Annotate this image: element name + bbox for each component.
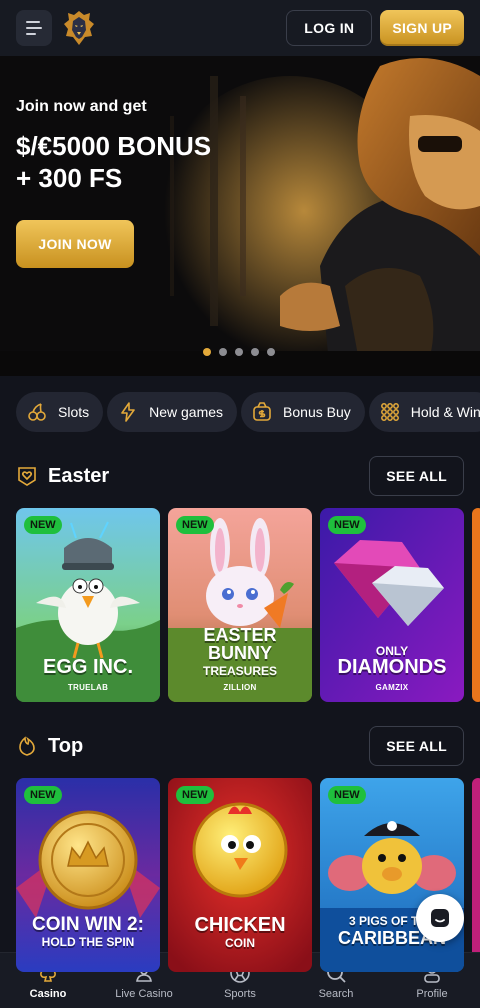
carousel-dot-5[interactable] <box>267 348 275 356</box>
see-all-button[interactable]: SEE ALL <box>369 456 464 496</box>
new-badge: NEW <box>328 516 366 534</box>
game-card-partial[interactable] <box>472 508 480 702</box>
hero-text-block: Join now and get $/€5000 BONUS + 300 FS <box>16 98 211 194</box>
see-all-button[interactable]: SEE ALL <box>369 726 464 766</box>
game-card-chicken-coin[interactable]: NEW CHICKEN COIN <box>168 778 312 972</box>
new-badge: NEW <box>328 786 366 804</box>
new-badge: NEW <box>24 516 62 534</box>
game-card-egg-inc[interactable]: NEW EGG INC. TRUELAB <box>16 508 160 702</box>
game-card-easter-bunny[interactable]: NEW EASTER BUNNY TREASURES ZILLION <box>168 508 312 702</box>
nav-label: Search <box>318 988 354 1000</box>
chip-slots[interactable]: Slots <box>16 392 104 432</box>
cherries-icon <box>26 401 48 423</box>
game-title-line2: HOLD THE SPIN <box>41 935 135 949</box>
hero-title: $/€5000 BONUS + 300 FS <box>16 130 211 194</box>
carousel-dot-4[interactable] <box>251 348 259 356</box>
casino-home-page: LOG IN SIGN UP Join now and get $/€5000 … <box>0 0 480 1008</box>
carousel-dot-1[interactable] <box>203 348 211 356</box>
join-now-button[interactable]: JOIN NOW <box>16 220 134 268</box>
game-title-line3: TREASURES <box>202 664 277 678</box>
heart-badge-icon <box>18 467 36 486</box>
hero-banner[interactable]: Join now and get $/€5000 BONUS + 300 FS … <box>0 56 480 376</box>
game-card-only-diamonds[interactable]: NEW ONLY DIAMONDS GAMZIX <box>320 508 464 702</box>
game-title-line2: COIN <box>225 936 255 950</box>
hero-title-line2: + 300 FS <box>16 163 123 193</box>
hamburger-menu-icon[interactable] <box>16 10 52 46</box>
game-provider: GAMZIX <box>375 683 409 692</box>
chip-hold-and-win[interactable]: Hold & Win <box>368 392 480 432</box>
flame-icon <box>19 736 35 756</box>
game-title-line1: COIN WIN 2: <box>32 914 144 935</box>
game-card-3-pigs-caribbean[interactable]: NEW 3 PIGS OF THE CARIBBEAN <box>320 778 464 972</box>
chat-support-button[interactable] <box>416 894 464 942</box>
game-title-line2: BUNNY <box>207 643 272 663</box>
chip-label: New games <box>149 404 224 420</box>
carousel-dot-2[interactable] <box>219 348 227 356</box>
top-games-row: NEW COIN WIN 2: HOLD THE SPIN NEW CHICKE… <box>16 778 480 972</box>
top-header: LOG IN SIGN UP <box>0 0 480 56</box>
nav-label: Casino <box>29 988 67 1000</box>
chip-label: Slots <box>58 404 90 420</box>
game-card-coin-win-2[interactable]: NEW COIN WIN 2: HOLD THE SPIN <box>16 778 160 972</box>
lion-logo-icon[interactable] <box>62 9 96 47</box>
chip-label: Bonus Buy <box>283 404 351 420</box>
carousel-dot-3[interactable] <box>235 348 243 356</box>
section-title: Easter <box>48 464 110 487</box>
new-badge: NEW <box>176 516 214 534</box>
hero-title-line1: $/€5000 BONUS <box>16 131 212 161</box>
easter-games-row: NEW EGG INC. TRUELAB NEW EASTER BUNNY TR… <box>16 508 480 702</box>
chip-new-games[interactable]: New games <box>107 392 238 432</box>
nav-label: Profile <box>416 988 448 1000</box>
grid-dots-icon <box>379 401 401 423</box>
new-badge: NEW <box>24 786 62 804</box>
game-title-line1: CHICKEN <box>194 914 286 936</box>
money-bag-icon <box>251 401 273 423</box>
lightning-icon <box>117 401 139 423</box>
chip-label: Hold & Win <box>410 404 480 420</box>
carousel-dots <box>203 348 275 356</box>
chat-icon <box>431 909 449 927</box>
section-title: Top <box>48 734 84 757</box>
hero-subtitle: Join now and get <box>16 98 147 115</box>
game-provider: ZILLION <box>223 683 257 692</box>
game-title-line1: EASTER <box>203 625 277 645</box>
nav-label: Live Casino <box>115 988 173 1000</box>
chip-bonus-buy[interactable]: Bonus Buy <box>241 392 365 432</box>
game-title: EGG INC. <box>42 656 133 678</box>
category-chips: Slots New games Bonus Buy Hold & Win <box>16 392 480 432</box>
signup-button[interactable]: SIGN UP <box>380 10 464 46</box>
game-title-line2: DIAMONDS <box>337 656 447 678</box>
nav-label: Sports <box>224 988 256 1000</box>
new-badge: NEW <box>176 786 214 804</box>
login-button[interactable]: LOG IN <box>286 10 373 46</box>
game-card-partial[interactable] <box>472 778 480 972</box>
section-top-header: Top SEE ALL <box>16 726 464 766</box>
game-provider: TRUELAB <box>67 683 109 692</box>
section-easter-header: Easter SEE ALL <box>16 456 464 496</box>
